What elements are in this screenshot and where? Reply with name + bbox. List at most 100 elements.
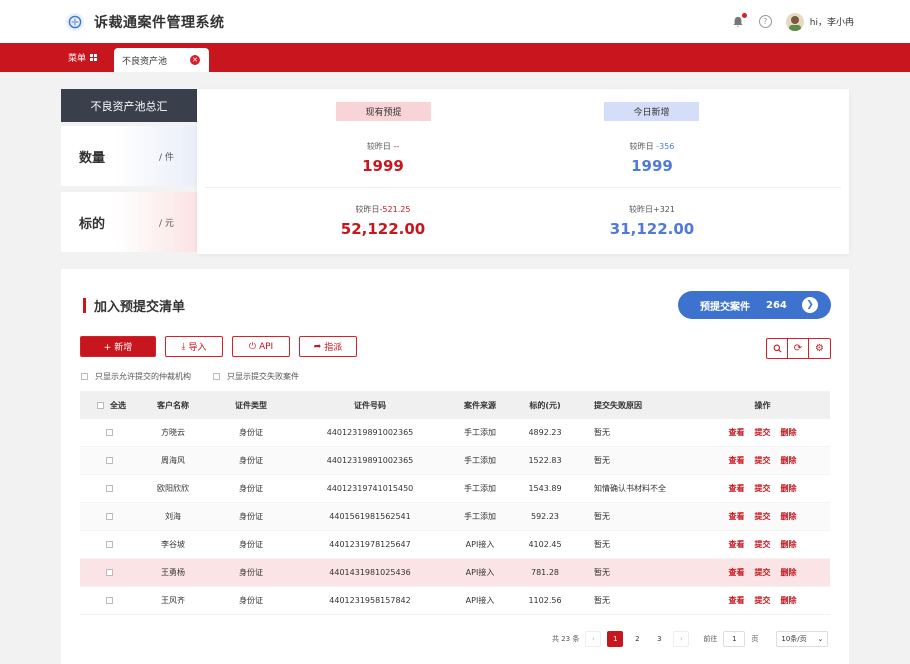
table-header: 全选 客户名称 证件类型 证件号码 案件来源 标的(元) 提交失败原因 操作 [80, 391, 830, 419]
filter-allowed-institutions[interactable]: 只显示允许提交的仲裁机构 [81, 371, 191, 382]
user-menu[interactable]: hi，李小冉 [785, 12, 854, 31]
chevron-down-icon: ⌄ [817, 635, 824, 643]
search-icon[interactable] [767, 339, 788, 358]
today-new-header: 今日新增 [604, 102, 699, 121]
goto-page-input[interactable]: 1 [723, 631, 746, 647]
panel-title-text: 加入预提交清单 [94, 300, 186, 315]
help-icon[interactable]: ? [758, 15, 772, 28]
view-link[interactable]: 查看 [729, 567, 745, 578]
tab-bad-asset-pool[interactable]: 不良资产池 ✕ [114, 48, 209, 72]
row-checkbox[interactable] [106, 597, 113, 604]
count-new-cell: 较昨日 -356 1999 [552, 141, 752, 175]
app-title: 诉裁通案件管理系统 [94, 14, 225, 31]
metric-amount-name: 标的 [79, 216, 106, 232]
page-size-select[interactable]: 10条/页 ⌄ [776, 631, 829, 647]
row-checkbox[interactable] [106, 485, 113, 492]
filter-label: 只显示提交失败案件 [227, 372, 299, 381]
settings-icon[interactable]: ⚙ [809, 339, 830, 358]
delete-link[interactable]: 删除 [781, 595, 797, 606]
next-page-icon[interactable]: › [673, 631, 690, 647]
table-row: 周海风 身份证 44012319891002365 手工添加 1522.83 暂… [80, 447, 830, 475]
table-row: 李谷坡 身份证 4401231978125647 API接入 4102.45 暂… [80, 531, 830, 559]
api-label: API [258, 341, 274, 352]
submit-link[interactable]: 提交 [755, 427, 771, 438]
view-link[interactable]: 查看 [729, 511, 745, 522]
cell-id-no: 4401431981025436 [329, 568, 411, 577]
prev-page-icon[interactable]: ‹ [585, 631, 602, 647]
view-link[interactable]: 查看 [729, 455, 745, 466]
import-button[interactable]: ⤓ 导入 [165, 336, 223, 357]
arrow-right-icon: ❯ [802, 297, 818, 313]
compare-label: 较昨日 [355, 205, 380, 214]
cell-name: 周海风 [161, 456, 185, 465]
cell-reason: 暂无 [594, 596, 610, 605]
submit-link[interactable]: 提交 [755, 483, 771, 494]
view-link[interactable]: 查看 [729, 483, 745, 494]
delete-link[interactable]: 删除 [781, 511, 797, 522]
row-checkbox[interactable] [106, 429, 113, 436]
assign-label: 指派 [324, 343, 343, 353]
checkbox[interactable] [81, 373, 88, 380]
user-name: hi，李小冉 [809, 18, 854, 28]
compare-label: 较昨日 [366, 142, 391, 151]
select-all[interactable]: 全选 [80, 400, 134, 411]
cell-id-type: 身份证 [239, 456, 263, 465]
row-checkbox[interactable] [106, 513, 113, 520]
close-icon[interactable]: ✕ [190, 55, 200, 65]
cell-source: 手工添加 [464, 456, 496, 465]
summary-section: 不良资产池总汇 数量 / 件 标的 / 元 现有预提 今日新增 较昨日 -- 1… [61, 89, 849, 254]
cell-name: 方晓云 [161, 428, 185, 437]
refresh-icon[interactable]: ⟳ [788, 339, 809, 358]
view-link[interactable]: 查看 [729, 539, 745, 550]
delete-link[interactable]: 删除 [781, 455, 797, 466]
filters: 只显示允许提交的仲裁机构 只显示提交失败案件 [81, 371, 299, 382]
table-row: 王勇杨 身份证 4401431981025436 API接入 781.28 暂无… [80, 559, 830, 587]
table-row: 刘海 身份证 4401561981562541 手工添加 592.23 暂无 查… [80, 503, 830, 531]
precommit-cases-button[interactable]: 预提交案件 264 ❯ [678, 291, 831, 319]
delete-link[interactable]: 删除 [781, 427, 797, 438]
col-name: 客户名称 [157, 400, 189, 410]
cell-name: 刘海 [165, 512, 181, 521]
table-row: 王风齐 身份证 4401231958157842 API接入 1102.56 暂… [80, 587, 830, 615]
add-button[interactable]: + 新增 [80, 336, 156, 357]
page-2[interactable]: 2 [629, 631, 646, 647]
delete-link[interactable]: 删除 [781, 539, 797, 550]
select-all-checkbox[interactable] [97, 401, 104, 409]
table-tools: ⟳ ⚙ [766, 338, 831, 359]
row-checkbox[interactable] [106, 541, 113, 548]
row-checkbox[interactable] [106, 569, 113, 576]
menu-button[interactable]: 菜单 [68, 43, 98, 72]
submit-link[interactable]: 提交 [755, 511, 771, 522]
precommit-label: 预提交案件 [700, 301, 750, 313]
col-id-no: 证件号码 [354, 400, 386, 410]
notification-bell-icon[interactable] [731, 12, 747, 29]
view-link[interactable]: 查看 [729, 427, 745, 438]
page-1[interactable]: 1 [607, 631, 624, 647]
cell-id-no: 44012319891002365 [326, 456, 414, 465]
view-link[interactable]: 查看 [729, 595, 745, 606]
page-3[interactable]: 3 [651, 631, 668, 647]
checkbox[interactable] [213, 373, 220, 380]
amount-existing-cell: 较昨日-521.25 52,122.00 [283, 204, 483, 238]
cell-source: API接入 [465, 568, 495, 577]
app-logo [66, 12, 84, 31]
api-button[interactable]: ⏻ API [232, 336, 290, 357]
precommit-list-panel: 加入预提交清单 预提交案件 264 ❯ + 新增 ⤓ 导入 ⏻ API ➦ 指派… [61, 269, 849, 664]
submit-link[interactable]: 提交 [755, 567, 771, 578]
cell-amount: 4892.23 [528, 428, 562, 437]
cell-name: 王勇杨 [161, 568, 185, 577]
assign-button[interactable]: ➦ 指派 [299, 336, 357, 357]
row-checkbox[interactable] [106, 457, 113, 464]
cell-source: API接入 [465, 540, 495, 549]
submit-link[interactable]: 提交 [755, 539, 771, 550]
compare-value: -521.25 [379, 205, 411, 214]
table-row: 方晓云 身份证 44012319891002365 手工添加 4892.23 暂… [80, 419, 830, 447]
filter-failed-cases[interactable]: 只显示提交失败案件 [213, 371, 299, 382]
compare-label: 较昨日 [629, 205, 653, 214]
cell-source: API接入 [465, 596, 495, 605]
delete-link[interactable]: 删除 [781, 567, 797, 578]
delete-link[interactable]: 删除 [781, 483, 797, 494]
submit-link[interactable]: 提交 [755, 455, 771, 466]
logo-icon [68, 15, 82, 28]
submit-link[interactable]: 提交 [755, 595, 771, 606]
